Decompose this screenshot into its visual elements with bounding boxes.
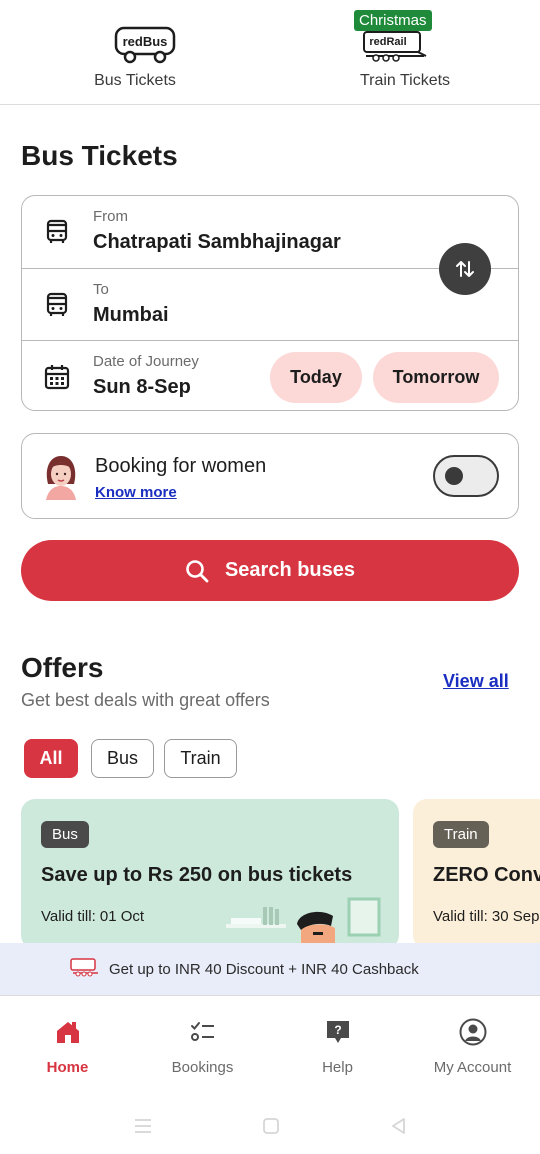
bus-icon (46, 219, 68, 243)
svg-text:?: ? (334, 1023, 341, 1037)
nav-home-label: Home (46, 1059, 89, 1076)
offer-headline: ZERO Conv (433, 864, 540, 886)
filter-all[interactable]: All (24, 739, 78, 778)
nav-my-account[interactable]: My Account (405, 996, 540, 1086)
svg-text:redBus: redBus (123, 34, 168, 49)
tab-bus-tickets[interactable]: redBus Bus Tickets (0, 0, 270, 104)
menu-icon[interactable] (133, 1116, 153, 1136)
account-icon (459, 1018, 486, 1046)
promo-banner[interactable]: Get up to INR 40 Discount + INR 40 Cashb… (0, 943, 540, 996)
tab-bus-tickets-label: Bus Tickets (94, 72, 176, 89)
offer-tag: Bus (41, 821, 89, 848)
tomorrow-chip[interactable]: Tomorrow (373, 352, 499, 403)
swap-button[interactable] (439, 243, 491, 295)
page-title: Bus Tickets (21, 140, 178, 171)
date-value: Sun 8-Sep (93, 376, 191, 398)
svg-text:redRail: redRail (369, 36, 406, 48)
search-card: From Chatrapati Sambhajinagar To Mumbai … (21, 195, 519, 411)
nav-help[interactable]: ? Help (270, 996, 405, 1086)
bus-icon (46, 292, 68, 316)
tab-train-tickets-label: Train Tickets (359, 72, 451, 89)
know-more-link[interactable]: Know more (95, 484, 177, 501)
redrail-logo-icon: redRail (363, 31, 427, 62)
date-field[interactable]: Date of Journey Sun 8-Sep Today Tomorrow (22, 340, 518, 412)
system-nav-bar (0, 1096, 540, 1154)
nav-bookings[interactable]: Bookings (135, 996, 270, 1086)
offer-card-train[interactable]: Train ZERO Conv Valid till: 30 Sep (413, 799, 540, 949)
redbus-logo-icon: redBus (114, 26, 176, 64)
top-tabs: redBus Bus Tickets Train Tickets Christm… (0, 0, 540, 105)
to-caption: To (93, 281, 109, 298)
offer-validity: Valid till: 30 Sep (433, 908, 540, 925)
women-booking-title: Booking for women (95, 455, 267, 477)
today-chip[interactable]: Today (270, 352, 362, 403)
search-buses-label: Search buses (224, 559, 356, 581)
home-square-icon[interactable] (261, 1116, 281, 1136)
list-icon (190, 1022, 214, 1041)
redrail-logo-icon (70, 958, 98, 977)
from-caption: From (93, 208, 128, 225)
home-icon (56, 1022, 79, 1043)
offer-validity: Valid till: 01 Oct (41, 908, 145, 925)
nav-my-account-label: My Account (433, 1059, 512, 1076)
bottom-nav: Home Bookings ? Help My Account (0, 996, 540, 1086)
toggle-knob (445, 467, 463, 485)
woman-avatar-icon (46, 456, 76, 500)
nav-bookings-label: Bookings (171, 1059, 234, 1076)
date-caption: Date of Journey (93, 353, 199, 370)
search-icon (186, 559, 209, 582)
nav-home[interactable]: Home (0, 996, 135, 1086)
offers-subtitle: Get best deals with great offers (21, 690, 270, 710)
nav-help-label: Help (322, 1059, 353, 1076)
swap-arrows-icon (456, 261, 474, 277)
to-value: Mumbai (93, 304, 169, 326)
from-value: Chatrapati Sambhajinagar (93, 231, 341, 253)
christmas-badge: Christmas (354, 10, 432, 31)
offer-illustration-icon (226, 897, 381, 949)
view-all-link[interactable]: View all (443, 671, 509, 692)
promo-text: Get up to INR 40 Discount + INR 40 Cashb… (109, 961, 419, 978)
calendar-icon (44, 365, 70, 390)
offer-headline: Save up to Rs 250 on bus tickets (41, 864, 353, 886)
help-icon: ? (326, 1021, 349, 1043)
search-buses-button[interactable]: Search buses (21, 540, 519, 601)
booking-for-women-card: Booking for women Know more (21, 433, 519, 519)
back-icon[interactable] (389, 1116, 409, 1136)
offers-title: Offers (21, 652, 104, 683)
offer-tag: Train (433, 821, 489, 848)
women-booking-toggle[interactable] (433, 455, 499, 497)
offer-card-bus[interactable]: Bus Save up to Rs 250 on bus tickets Val… (21, 799, 399, 949)
filter-train[interactable]: Train (164, 739, 237, 778)
filter-bus[interactable]: Bus (91, 739, 154, 778)
